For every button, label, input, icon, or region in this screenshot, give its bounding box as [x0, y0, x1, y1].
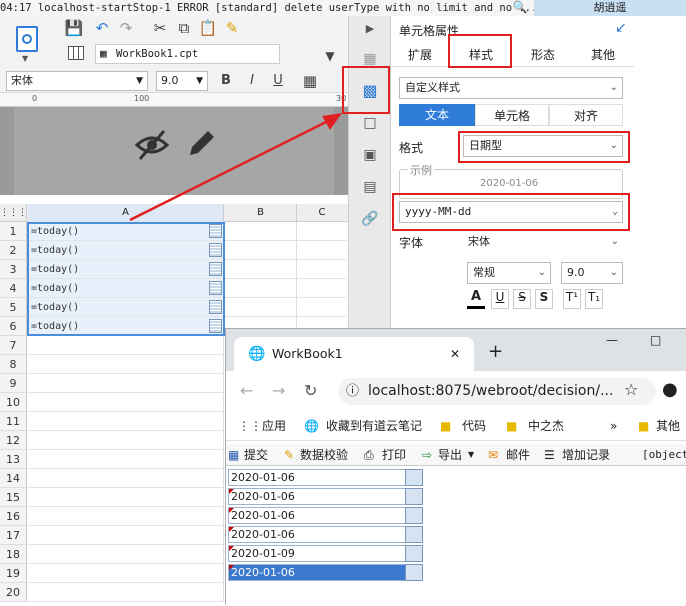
apps-icon[interactable]: ⋮⋮ [238, 418, 262, 434]
back-icon[interactable]: ← [240, 381, 253, 400]
modified-marker [229, 546, 234, 551]
report-toolbar: ▦ 提交 ✎ 数据校验 ⎙ 打印 ⇨ 导出 ▼ ✉ 邮件 ☰ 增加记录 [obj… [226, 444, 686, 466]
date-value: 2020-01-09 [231, 547, 295, 560]
bookmark-other[interactable]: 其他 [656, 418, 680, 434]
add-record-icon: ☰ [544, 448, 555, 462]
url-text: localhost:8075/webroot/decision/... [368, 383, 614, 399]
modified-marker [229, 565, 234, 570]
validate-icon: ✎ [284, 448, 295, 462]
print-button[interactable]: 打印 [382, 447, 406, 463]
date-value: 2020-01-06 [231, 490, 295, 503]
date-list: 2020-01-06 2020-01-06 2020-01-06 2020-01-06… [226, 469, 686, 606]
folder-icon: ■ [638, 419, 650, 433]
globe-icon: 🌐 [248, 346, 266, 362]
calendar-icon[interactable] [405, 507, 423, 524]
url-field[interactable]: ⓘ localhost:8075/webroot/decision/... [338, 378, 656, 405]
calendar-icon[interactable] [405, 488, 423, 505]
modified-marker [229, 508, 234, 513]
date-value: 2020-01-06 [231, 528, 295, 541]
bookmarks-bar: ⋮⋮ 应用 🌐 收藏到有道云笔记 ■ 代码 ■ 中之杰 » ■ 其他 [226, 411, 686, 441]
info-icon: ⓘ [346, 384, 360, 399]
chevron-down-icon[interactable]: ▼ [468, 447, 474, 463]
date-input[interactable]: 2020-01-06 [228, 469, 423, 486]
calendar-icon[interactable] [405, 526, 423, 543]
date-input[interactable]: 2020-01-06 [228, 564, 423, 581]
reload-icon[interactable]: ↻ [304, 381, 317, 400]
folder-icon: ■ [440, 419, 452, 433]
bookmark-youdao[interactable]: 收藏到有道云笔记 [326, 418, 422, 434]
date-input[interactable]: 2020-01-06 [228, 507, 423, 524]
calendar-icon[interactable] [405, 469, 423, 486]
forward-icon[interactable]: → [272, 381, 285, 400]
browser-tab[interactable]: 🌐 WorkBook1 ✕ [234, 337, 474, 371]
bookmark-apps[interactable]: 应用 [262, 418, 286, 434]
validate-button[interactable]: 数据校验 [300, 447, 348, 463]
more-bookmarks-icon[interactable]: » [610, 418, 617, 434]
object-button[interactable]: [object [642, 447, 686, 463]
modified-marker [229, 527, 234, 532]
modified-marker [229, 489, 234, 494]
browser-titlebar: 🌐 WorkBook1 ✕ + — □ [226, 329, 686, 371]
date-value: 2020-01-06 [231, 509, 295, 522]
close-icon[interactable]: ✕ [450, 337, 460, 371]
date-input[interactable]: 2020-01-06 [228, 526, 423, 543]
calendar-icon[interactable] [405, 564, 423, 581]
maximize-icon[interactable]: □ [650, 333, 661, 347]
date-value: 2020-01-06 [231, 566, 295, 579]
email-button[interactable]: 邮件 [506, 447, 530, 463]
browser-tab-title: WorkBook1 [272, 346, 343, 361]
bookmark-code[interactable]: 代码 [462, 418, 486, 434]
print-icon: ⎙ [364, 448, 374, 462]
date-input[interactable]: 2020-01-06 [228, 488, 423, 505]
address-bar: ← → ↻ ⓘ localhost:8075/webroot/decision/… [226, 371, 686, 411]
account-icon[interactable]: ● [662, 379, 678, 400]
globe-icon: 🌐 [304, 419, 319, 433]
add-record-button[interactable]: 增加记录 [562, 447, 610, 463]
mail-icon: ✉ [488, 448, 499, 462]
new-tab-icon[interactable]: + [488, 341, 503, 362]
submit-button[interactable]: 提交 [244, 447, 268, 463]
folder-icon: ■ [506, 419, 518, 433]
export-button[interactable]: 导出 [438, 447, 462, 463]
star-icon[interactable]: ☆ [624, 380, 638, 399]
submit-icon: ▦ [228, 448, 240, 462]
date-value: 2020-01-06 [231, 471, 295, 484]
date-input[interactable]: 2020-01-09 [228, 545, 423, 562]
minimize-icon[interactable]: — [606, 333, 618, 347]
calendar-icon[interactable] [405, 545, 423, 562]
bookmark-zhongzhijie[interactable]: 中之杰 [528, 418, 564, 434]
browser-window: 🌐 WorkBook1 ✕ + — □ ← → ↻ ⓘ localhost:80… [225, 328, 686, 605]
export-icon: ⇨ [422, 448, 433, 462]
